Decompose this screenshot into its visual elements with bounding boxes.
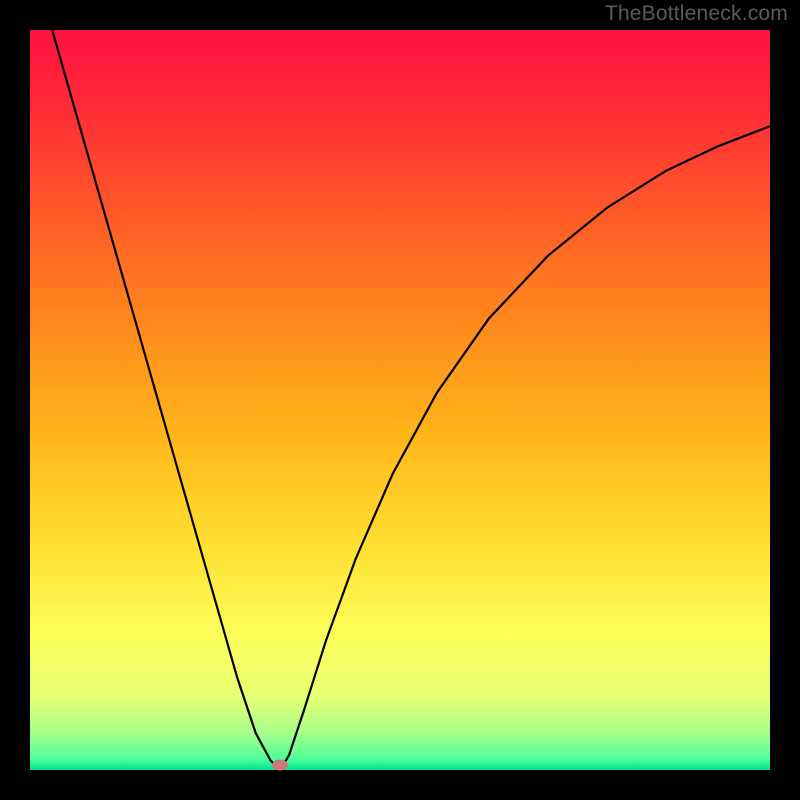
minimum-marker: [272, 759, 288, 770]
chart-area: [30, 30, 770, 770]
watermark-text: TheBottleneck.com: [605, 2, 788, 26]
chart-curve: [30, 30, 770, 770]
